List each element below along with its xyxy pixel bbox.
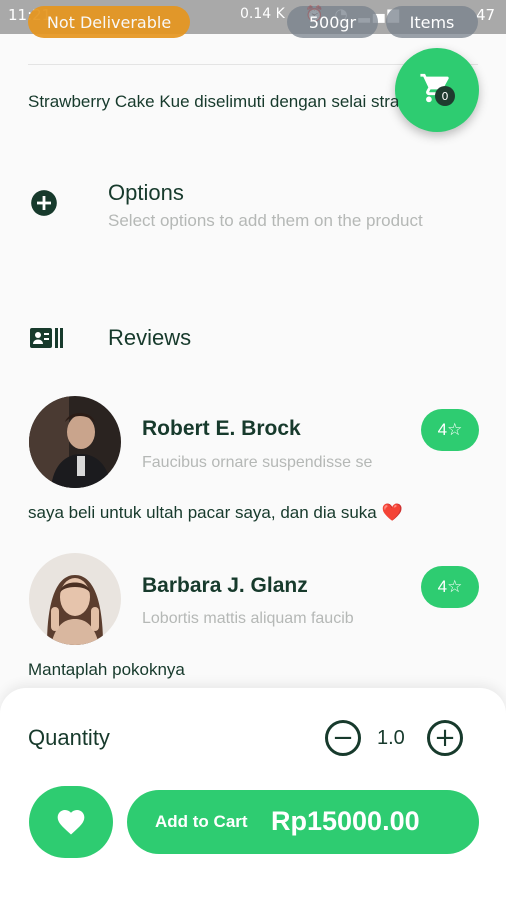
reviewer-name: Robert E. Brock	[142, 417, 301, 440]
review-comment: Mantaplah pokoknya	[28, 660, 185, 679]
rating-badge: 4 ☆	[421, 409, 479, 451]
reviewer-name: Barbara J. Glanz	[142, 574, 308, 597]
increase-quantity-button[interactable]: +	[427, 720, 463, 756]
options-subtitle: Select options to add them on the produc…	[108, 211, 423, 230]
items-badge: Items	[386, 6, 478, 38]
quantity-label: Quantity	[28, 725, 110, 750]
decrease-quantity-button[interactable]: −	[325, 720, 361, 756]
reviews-icon	[30, 328, 63, 348]
favorite-button[interactable]	[29, 786, 113, 858]
review-comment: saya beli untuk ultah pacar saya, dan di…	[28, 503, 403, 522]
reviews-title: Reviews	[108, 325, 192, 350]
add-circle-icon[interactable]	[30, 189, 58, 217]
minus-icon: −	[332, 723, 354, 753]
cart-count-badge: 0	[435, 86, 455, 106]
options-title[interactable]: Options	[108, 180, 184, 206]
reviewer-subtitle: Lobortis mattis aliquam faucib	[142, 610, 354, 627]
reviewer-subtitle: Faucibus ornare suspendisse se	[142, 454, 373, 471]
add-to-cart-button[interactable]: Add to Cart Rp15000.00	[127, 790, 479, 854]
plus-icon: +	[434, 723, 456, 753]
avatar	[29, 396, 121, 488]
star-icon: ☆	[447, 420, 463, 439]
quantity-value: 1.0	[377, 727, 405, 749]
rating-badge: 4 ☆	[421, 566, 479, 608]
rating-value: 4	[437, 577, 448, 596]
add-to-cart-label: Add to Cart	[155, 812, 248, 831]
star-icon: ☆	[447, 577, 463, 596]
rating-value: 4	[437, 420, 448, 439]
avatar	[29, 553, 121, 645]
heart-icon	[57, 810, 85, 835]
price-label: Rp15000.00	[271, 806, 420, 836]
weight-badge: 500gr	[287, 6, 378, 38]
status-battery: 47	[476, 6, 496, 24]
deliverable-badge: Not Deliverable	[28, 6, 190, 38]
product-description: Strawberry Cake Kue diselimuti dengan se…	[28, 92, 398, 111]
status-network-speed: 0.14 K	[240, 6, 285, 22]
